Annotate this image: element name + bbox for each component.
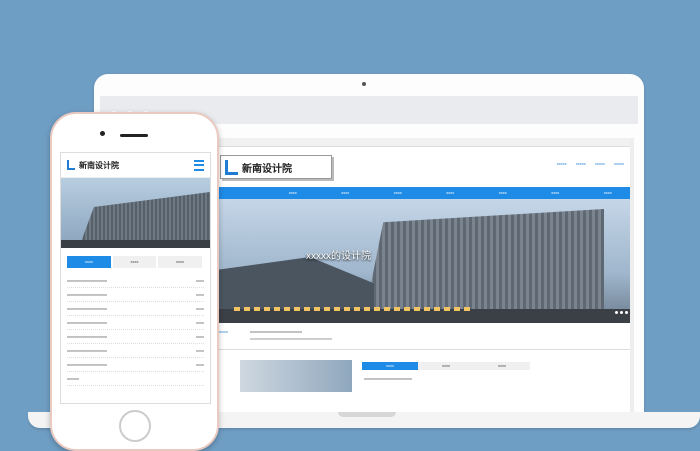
- carousel-dots[interactable]: [613, 301, 628, 319]
- list-item-title: xxxxxxxxxxxxxxxxxxxx: [67, 320, 107, 325]
- list-item-title: xxxxxxxxxxxxxxxxxxxx: [67, 348, 107, 353]
- scrollbar[interactable]: [630, 138, 634, 416]
- list-item[interactable]: xxxxxxxxxxxxxxxxxxxx xxxx: [67, 358, 204, 372]
- strip-text: xxxxxxxxxxxxxxxxxxxxxxxxxxxxxxxxxxxxxxxx…: [250, 336, 332, 341]
- list-item-date: xxxx: [196, 362, 204, 367]
- list-item[interactable]: xxxxxx: [67, 372, 204, 386]
- lower-section: xxxx xxxx xxxx xxxxxxxxxxxxxxxxxxxxxxxx: [214, 350, 634, 400]
- nav-item[interactable]: xxxx: [372, 187, 425, 199]
- nav-item[interactable]: xxxx: [477, 187, 530, 199]
- info-strip: xxxxx xxxxxxxxxxxxxxxxxxxxxxxxxx xxxxxxx…: [214, 323, 634, 350]
- main-nav: xxxx xxxx xxxx xxxx xxxx xxxx xxxx: [214, 187, 634, 199]
- ground: [61, 240, 210, 248]
- news-tabs: xxxx xxxx xxxx: [362, 362, 530, 370]
- nav-item[interactable]: xxxx: [582, 187, 635, 199]
- mobile-hero[interactable]: [61, 178, 210, 248]
- tab-active[interactable]: xxxx: [67, 256, 111, 268]
- hero-caption: xxxxx的设计院: [306, 251, 371, 262]
- list-item[interactable]: xxxxxxxxxxxxxxxxxxxx xxxx: [67, 288, 204, 302]
- list-item[interactable]: xxxxxxxxxxxxxxxxxxxx xxxx: [67, 302, 204, 316]
- thumbnail-image[interactable]: [240, 360, 352, 392]
- list-item-title: xxxxxxxxxxxxxxxxxxxx: [67, 292, 107, 297]
- top-strip: [214, 138, 634, 147]
- list-item[interactable]: xxxxxxxxxxxxxxxxxxxx xxxx: [67, 274, 204, 288]
- nav-item[interactable]: xxxx: [424, 187, 477, 199]
- site-logo[interactable]: 新南设计院: [220, 155, 332, 179]
- mobile-tabs: xxxx xxxx xxxx: [67, 256, 204, 268]
- list-item-date: xxxx: [196, 320, 204, 325]
- logo-text: 新南设计院: [242, 163, 292, 175]
- laptop-camera: [362, 82, 366, 86]
- hero-banner[interactable]: xxxxx的设计院: [214, 199, 634, 323]
- tab[interactable]: xxxx: [158, 256, 203, 268]
- list-item-date: xxxx: [196, 334, 204, 339]
- header-link[interactable]: xxxxx: [595, 161, 605, 166]
- mobile-header: 新南设计院: [61, 153, 210, 178]
- list-item-title: xxxxxxxxxxxxxxxxxxxx: [67, 334, 107, 339]
- mobile-website: 新南设计院 xxxx xxxx xxxx xxxxxxxxxxxxxxxxxxx…: [60, 152, 211, 404]
- logo-icon: [225, 159, 238, 175]
- menu-icon[interactable]: [194, 159, 204, 171]
- list-item-title: xxxxxxxxxxxxxxxxxxxx: [67, 306, 107, 311]
- tab[interactable]: xxxx: [474, 362, 530, 370]
- list-item[interactable]: xxxxxxxxxxxxxxxxxxxx xxxx: [67, 316, 204, 330]
- header-link[interactable]: xxxxx: [576, 161, 586, 166]
- header-links: xxxxx xxxxx xxxxx xxxxx: [549, 161, 624, 166]
- desktop-website: 新南设计院 xxxxx xxxxx xxxxx xxxxx xxxx xxxx …: [214, 138, 634, 416]
- building-image: [81, 192, 210, 242]
- tab[interactable]: xxxx: [112, 256, 157, 268]
- strip-label[interactable]: xxxxx: [218, 329, 228, 334]
- phone: 新南设计院 xxxx xxxx xxxx xxxxxxxxxxxxxxxxxxx…: [50, 112, 219, 451]
- list-item-title: xxxxxx: [67, 376, 79, 381]
- list-item-date: xxxx: [196, 306, 204, 311]
- nav-item[interactable]: xxxx: [319, 187, 372, 199]
- mobile-logo[interactable]: 新南设计院: [67, 160, 119, 171]
- tab-active[interactable]: xxxx: [362, 362, 418, 370]
- phone-speaker: [120, 134, 148, 137]
- tab[interactable]: xxxx: [418, 362, 474, 370]
- site-header: 新南设计院 xxxxx xxxxx xxxxx xxxxx: [214, 147, 634, 187]
- nav-item[interactable]: [214, 187, 267, 199]
- laptop-notch: [338, 412, 396, 417]
- strip-text[interactable]: xxxxxxxxxxxxxxxxxxxxxxxxxx: [250, 329, 302, 334]
- list-item-date: xxxx: [196, 292, 204, 297]
- building-image: [364, 209, 604, 319]
- list-item[interactable]: xxxxxxxxxxxxxxxxxxxx xxxx: [67, 344, 204, 358]
- logo-icon: [67, 160, 75, 170]
- nav-item[interactable]: xxxx: [267, 187, 320, 199]
- lights: [234, 307, 474, 311]
- list-item-title: xxxxxxxxxxxxxxxxxxxx: [67, 362, 107, 367]
- home-button[interactable]: [119, 410, 151, 442]
- header-link[interactable]: xxxxx: [614, 161, 624, 166]
- ground: [214, 309, 634, 323]
- nav-item[interactable]: xxxx: [529, 187, 582, 199]
- news-item[interactable]: xxxxxxxxxxxxxxxxxxxxxxxx: [364, 376, 412, 381]
- list-item-date: xxxx: [196, 278, 204, 283]
- list-item-title: xxxxxxxxxxxxxxxxxxxx: [67, 278, 107, 283]
- mobile-news-list: xxxxxxxxxxxxxxxxxxxx xxxx xxxxxxxxxxxxxxx…: [67, 274, 204, 386]
- front-camera: [100, 131, 105, 136]
- list-item-date: xxxx: [196, 348, 204, 353]
- header-link[interactable]: xxxxx: [557, 161, 567, 166]
- list-item[interactable]: xxxxxxxxxxxxxxxxxxxx xxxx: [67, 330, 204, 344]
